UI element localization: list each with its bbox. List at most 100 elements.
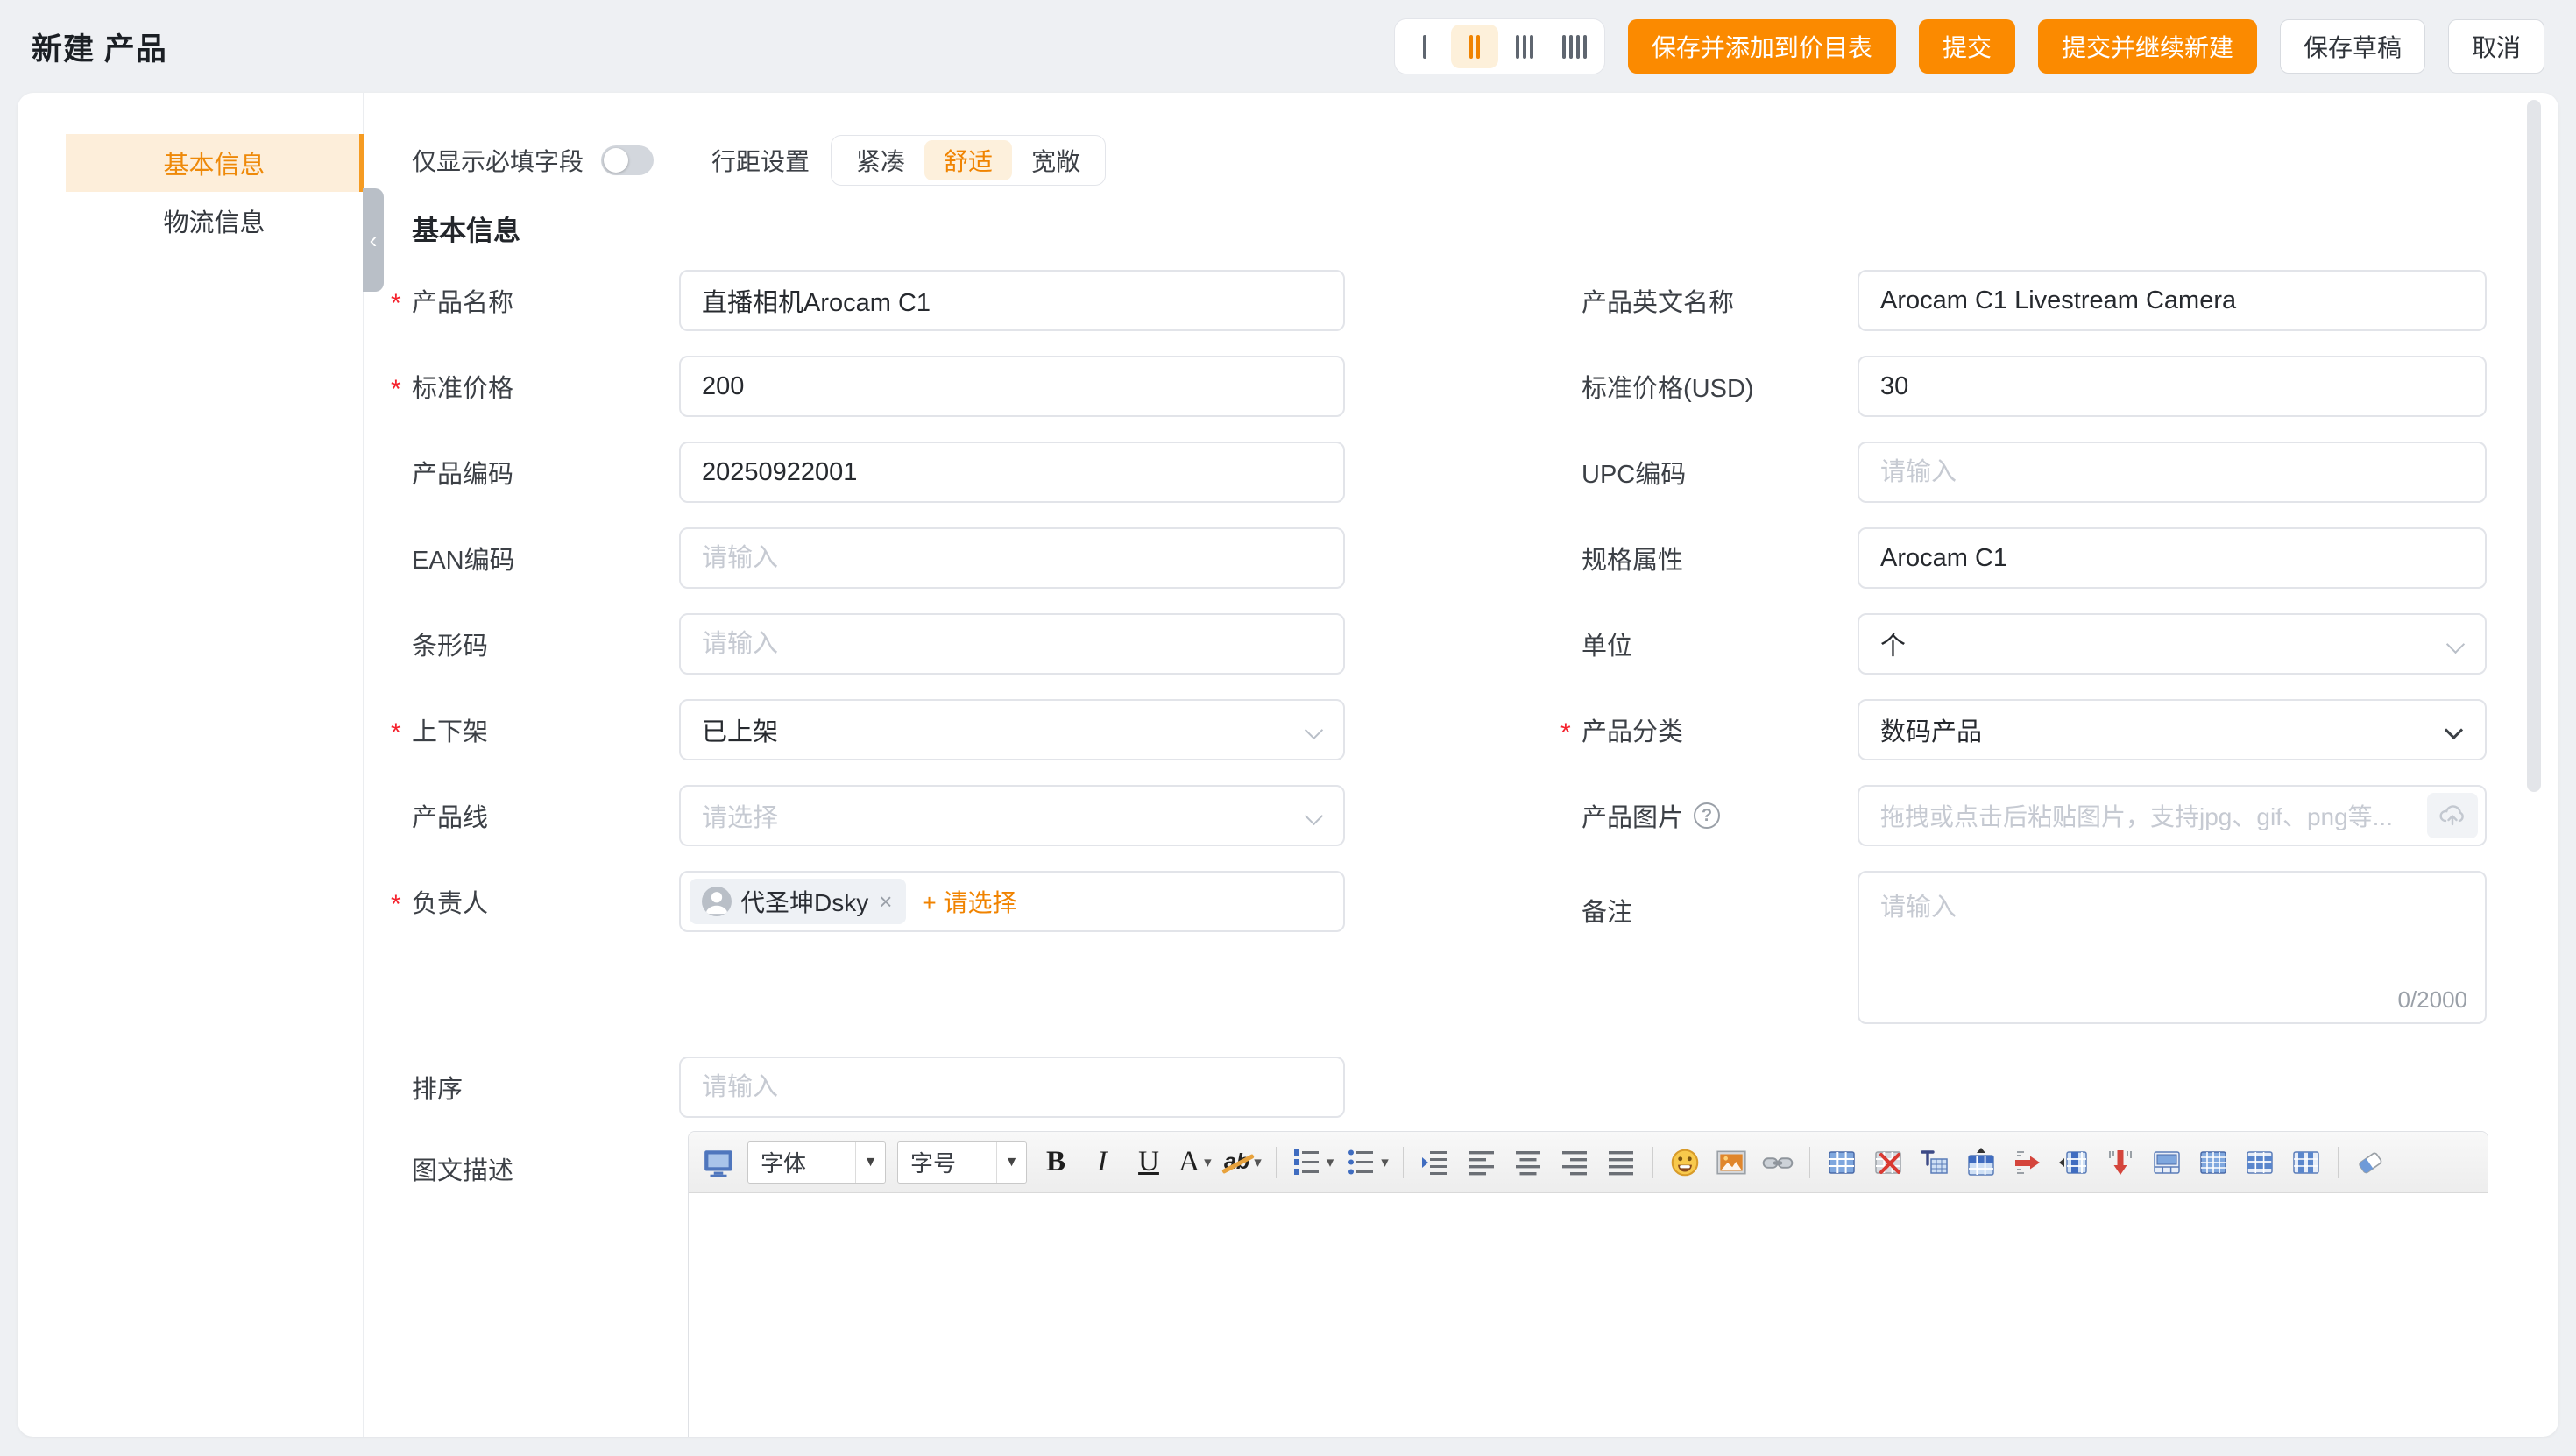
ean-code-label: EAN编码: [412, 540, 679, 576]
italic-icon[interactable]: I: [1085, 1143, 1120, 1182]
bold-icon[interactable]: B: [1038, 1143, 1073, 1182]
row-properties-icon[interactable]: [2242, 1143, 2277, 1182]
fullscreen-icon[interactable]: [701, 1143, 736, 1182]
field-standard-price: 标准价格: [412, 356, 1345, 417]
spacing-option-comfortable[interactable]: 舒适: [924, 140, 1012, 180]
spacing-option-compact[interactable]: 紧凑: [837, 140, 924, 180]
page-title: 新建 产品: [32, 25, 167, 69]
product-code-input[interactable]: [679, 442, 1345, 503]
barcode-label: 条形码: [412, 626, 679, 662]
scrollbar-thumb[interactable]: [2527, 100, 2541, 792]
field-rich-description: 图文描述: [412, 1131, 679, 1187]
delete-row-icon[interactable]: [2010, 1143, 2045, 1182]
upload-button[interactable]: [2427, 793, 2478, 838]
add-owner-link[interactable]: + 请选择: [922, 884, 1016, 919]
form-display-controls: 仅显示必填字段 行距设置 紧凑 舒适 宽敞: [412, 133, 1106, 187]
toggle-knob: [604, 148, 628, 173]
cell-properties-icon[interactable]: [2196, 1143, 2231, 1182]
standard-price-usd-input[interactable]: [1858, 356, 2487, 417]
product-category-label: 产品分类: [1582, 711, 1858, 748]
column-properties-icon[interactable]: [2289, 1143, 2324, 1182]
font-color-icon[interactable]: A▾: [1178, 1143, 1213, 1182]
delete-table-icon[interactable]: [1871, 1143, 1906, 1182]
align-right-icon[interactable]: [1557, 1143, 1592, 1182]
sidebar-item-basic-info[interactable]: 基本信息: [66, 134, 363, 192]
product-image-placeholder: 拖拽或点击后粘贴图片，支持jpg、gif、png等...: [1880, 798, 2393, 833]
listing-status-select[interactable]: 已上架: [679, 699, 1345, 760]
product-image-label: 产品图片 ?: [1582, 797, 1858, 834]
table-header-icon[interactable]: [1917, 1143, 1952, 1182]
unit-select[interactable]: 个: [1858, 613, 2487, 675]
insert-column-icon[interactable]: [2056, 1143, 2091, 1182]
layout-option-3col[interactable]: [1501, 25, 1548, 68]
ordered-list-icon[interactable]: ▾: [1291, 1143, 1334, 1182]
layout-option-2col[interactable]: [1451, 25, 1498, 68]
upc-code-input[interactable]: [1858, 442, 2487, 503]
unit-value: 个: [1880, 626, 1906, 662]
emoji-icon[interactable]: [1667, 1143, 1702, 1182]
cancel-button[interactable]: 取消: [2448, 19, 2544, 74]
submit-button[interactable]: 提交: [1919, 19, 2015, 74]
field-listing-status: 上下架 已上架: [412, 699, 1345, 760]
field-spec-attribute: 规格属性: [1582, 527, 2487, 589]
select-arrow-icon: ▼: [996, 1142, 1026, 1183]
insert-row-icon[interactable]: [1964, 1143, 1999, 1182]
product-english-name-input[interactable]: [1858, 270, 2487, 331]
delete-column-icon[interactable]: [2103, 1143, 2138, 1182]
save-draft-button[interactable]: 保存草稿: [2280, 19, 2425, 74]
field-unit: 单位 个: [1582, 613, 2487, 675]
insert-table-icon[interactable]: [1824, 1143, 1859, 1182]
remove-owner-icon[interactable]: ×: [877, 888, 894, 915]
form-card: 基本信息 物流信息 ‹ 仅显示必填字段 行距设置 紧凑 舒适 宽敞 基本信息 产…: [18, 93, 2558, 1437]
spacing-option-spacious[interactable]: 宽敞: [1012, 140, 1100, 180]
image-icon[interactable]: [1714, 1143, 1749, 1182]
spec-attribute-input[interactable]: [1858, 527, 2487, 589]
remark-textarea[interactable]: [1859, 873, 2485, 1022]
align-center-icon[interactable]: [1511, 1143, 1546, 1182]
spec-attribute-label: 规格属性: [1582, 540, 1858, 576]
submit-and-create-new-button[interactable]: 提交并继续新建: [2038, 19, 2257, 74]
chevron-down-icon: [1305, 721, 1323, 739]
font-family-select[interactable]: 字体 ▼: [747, 1141, 886, 1184]
indent-icon[interactable]: [1418, 1143, 1453, 1182]
bullet-list-icon[interactable]: ▾: [1345, 1143, 1389, 1182]
field-upc-code: UPC编码: [1582, 442, 2487, 503]
eraser-icon[interactable]: [2353, 1143, 2388, 1182]
product-image-dropzone[interactable]: 拖拽或点击后粘贴图片，支持jpg、gif、png等...: [1858, 785, 2487, 846]
listing-status-value: 已上架: [702, 711, 778, 748]
sidebar-item-logistics-info[interactable]: 物流信息: [66, 192, 363, 250]
barcode-input[interactable]: [679, 613, 1345, 675]
highlight-color-icon[interactable]: ab▾: [1224, 1143, 1262, 1182]
align-left-icon[interactable]: [1464, 1143, 1499, 1182]
standard-price-input[interactable]: [679, 356, 1345, 417]
font-size-select[interactable]: 字号 ▼: [897, 1141, 1027, 1184]
product-english-name-label: 产品英文名称: [1582, 282, 1858, 319]
product-line-placeholder: 请选择: [702, 797, 778, 834]
sort-order-label: 排序: [412, 1069, 679, 1106]
owner-select[interactable]: 代圣坤Dsky × + 请选择: [679, 871, 1345, 932]
remark-box: 0/2000: [1858, 871, 2487, 1024]
section-sidebar: 基本信息 物流信息: [18, 93, 364, 1437]
owner-label: 负责人: [412, 883, 679, 920]
sort-order-input[interactable]: [679, 1057, 1345, 1118]
editor-content-area[interactable]: [689, 1193, 2488, 1437]
avatar: [702, 887, 732, 916]
field-product-name: 产品名称: [412, 270, 1345, 331]
product-category-select[interactable]: 数码产品: [1858, 699, 2487, 760]
ean-code-input[interactable]: [679, 527, 1345, 589]
sidebar-collapse-handle[interactable]: ‹: [363, 188, 384, 292]
help-icon[interactable]: ?: [1694, 802, 1720, 829]
field-remark: 备注 0/2000: [1582, 871, 2487, 1024]
save-and-add-to-pricelist-button[interactable]: 保存并添加到价目表: [1628, 19, 1896, 74]
layout-option-4col[interactable]: [1551, 25, 1598, 68]
layout-option-1col[interactable]: [1401, 25, 1448, 68]
required-only-toggle[interactable]: [601, 145, 654, 175]
product-name-input[interactable]: [679, 270, 1345, 331]
align-justify-icon[interactable]: [1603, 1143, 1638, 1182]
field-barcode: 条形码: [412, 613, 1345, 675]
field-product-english-name: 产品英文名称: [1582, 270, 2487, 331]
underline-icon[interactable]: U: [1131, 1143, 1166, 1182]
product-line-select[interactable]: 请选择: [679, 785, 1345, 846]
merge-cells-icon[interactable]: [2149, 1143, 2184, 1182]
link-icon[interactable]: [1760, 1143, 1795, 1182]
